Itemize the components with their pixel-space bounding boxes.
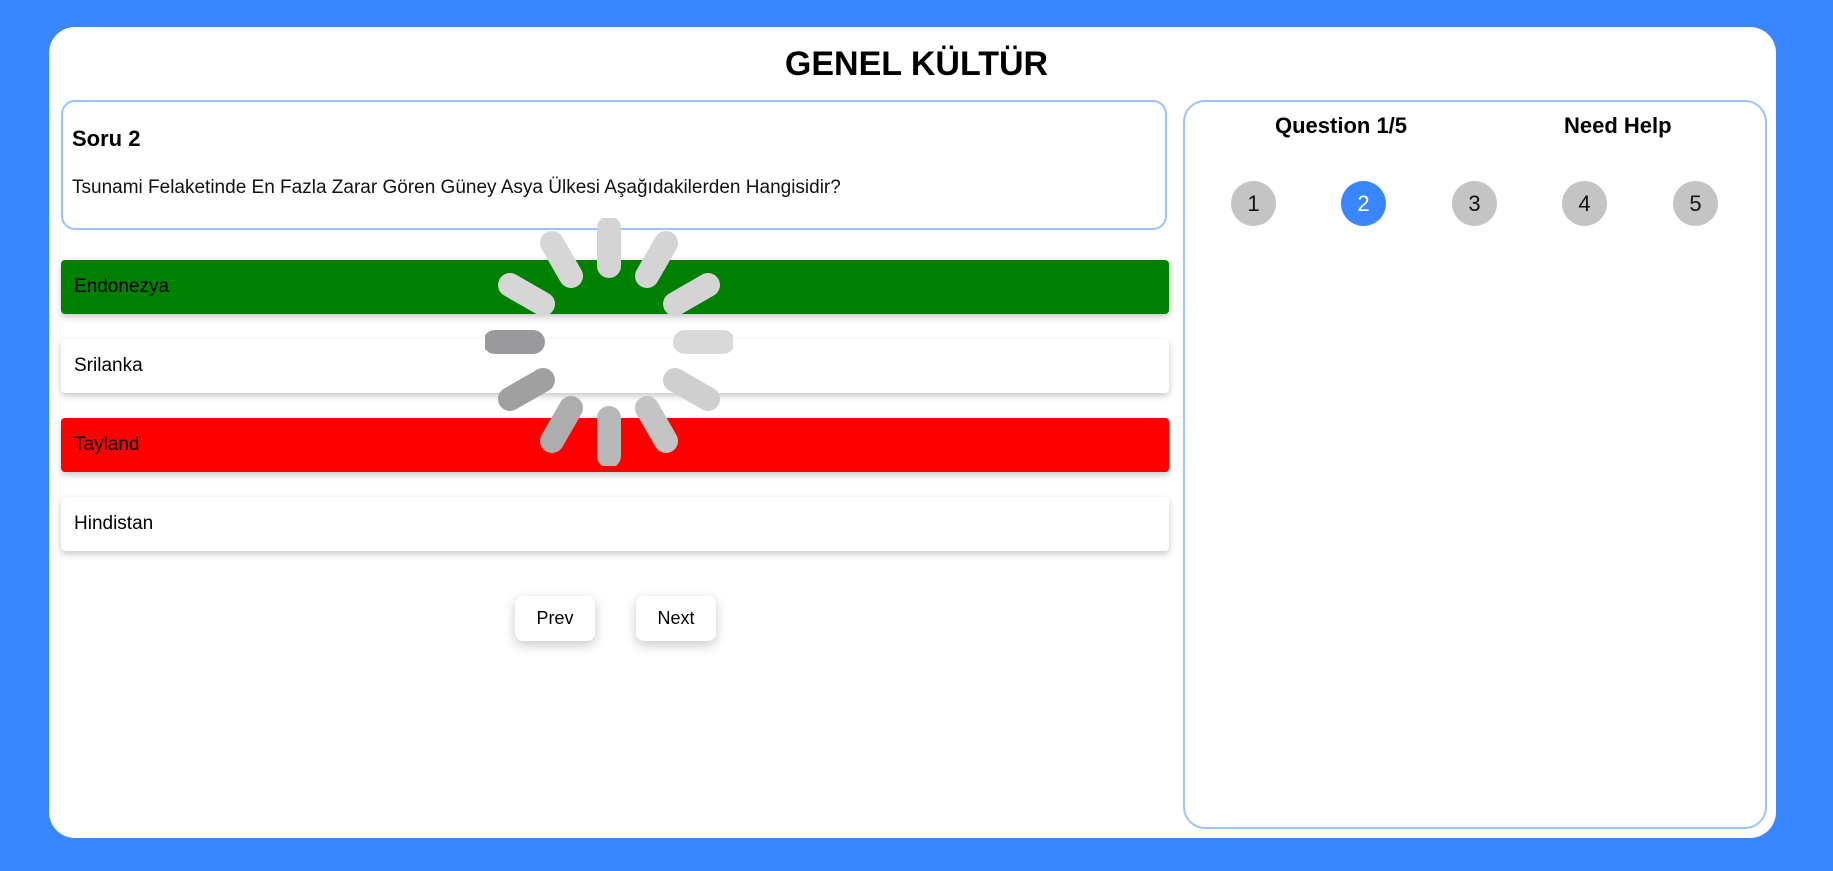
prev-button[interactable]: Prev xyxy=(515,596,595,641)
option-hindistan[interactable]: Hindistan xyxy=(61,497,1169,551)
page-title: GENEL KÜLTÜR xyxy=(784,45,1049,83)
question-circle-2[interactable]: 2 xyxy=(1341,181,1386,226)
option-endonezya[interactable]: Endonezya xyxy=(61,260,1169,314)
need-help-button[interactable]: Need Help xyxy=(1564,113,1672,139)
question-circle-1[interactable]: 1 xyxy=(1231,181,1276,226)
question-circle-5[interactable]: 5 xyxy=(1673,181,1718,226)
option-srilanka[interactable]: Srilanka xyxy=(61,339,1169,393)
question-progress: Question 1/5 xyxy=(1275,113,1408,138)
question-box: Soru 2 Tsunami Felaketinde En Fazla Zara… xyxy=(61,100,1167,230)
question-circle-4[interactable]: 4 xyxy=(1562,181,1607,226)
next-button[interactable]: Next xyxy=(636,596,716,641)
question-text: Tsunami Felaketinde En Fazla Zarar Gören… xyxy=(72,177,841,198)
question-circle-3[interactable]: 3 xyxy=(1452,181,1497,226)
option-tayland[interactable]: Tayland xyxy=(61,418,1169,472)
question-number: Soru 2 xyxy=(72,126,141,151)
